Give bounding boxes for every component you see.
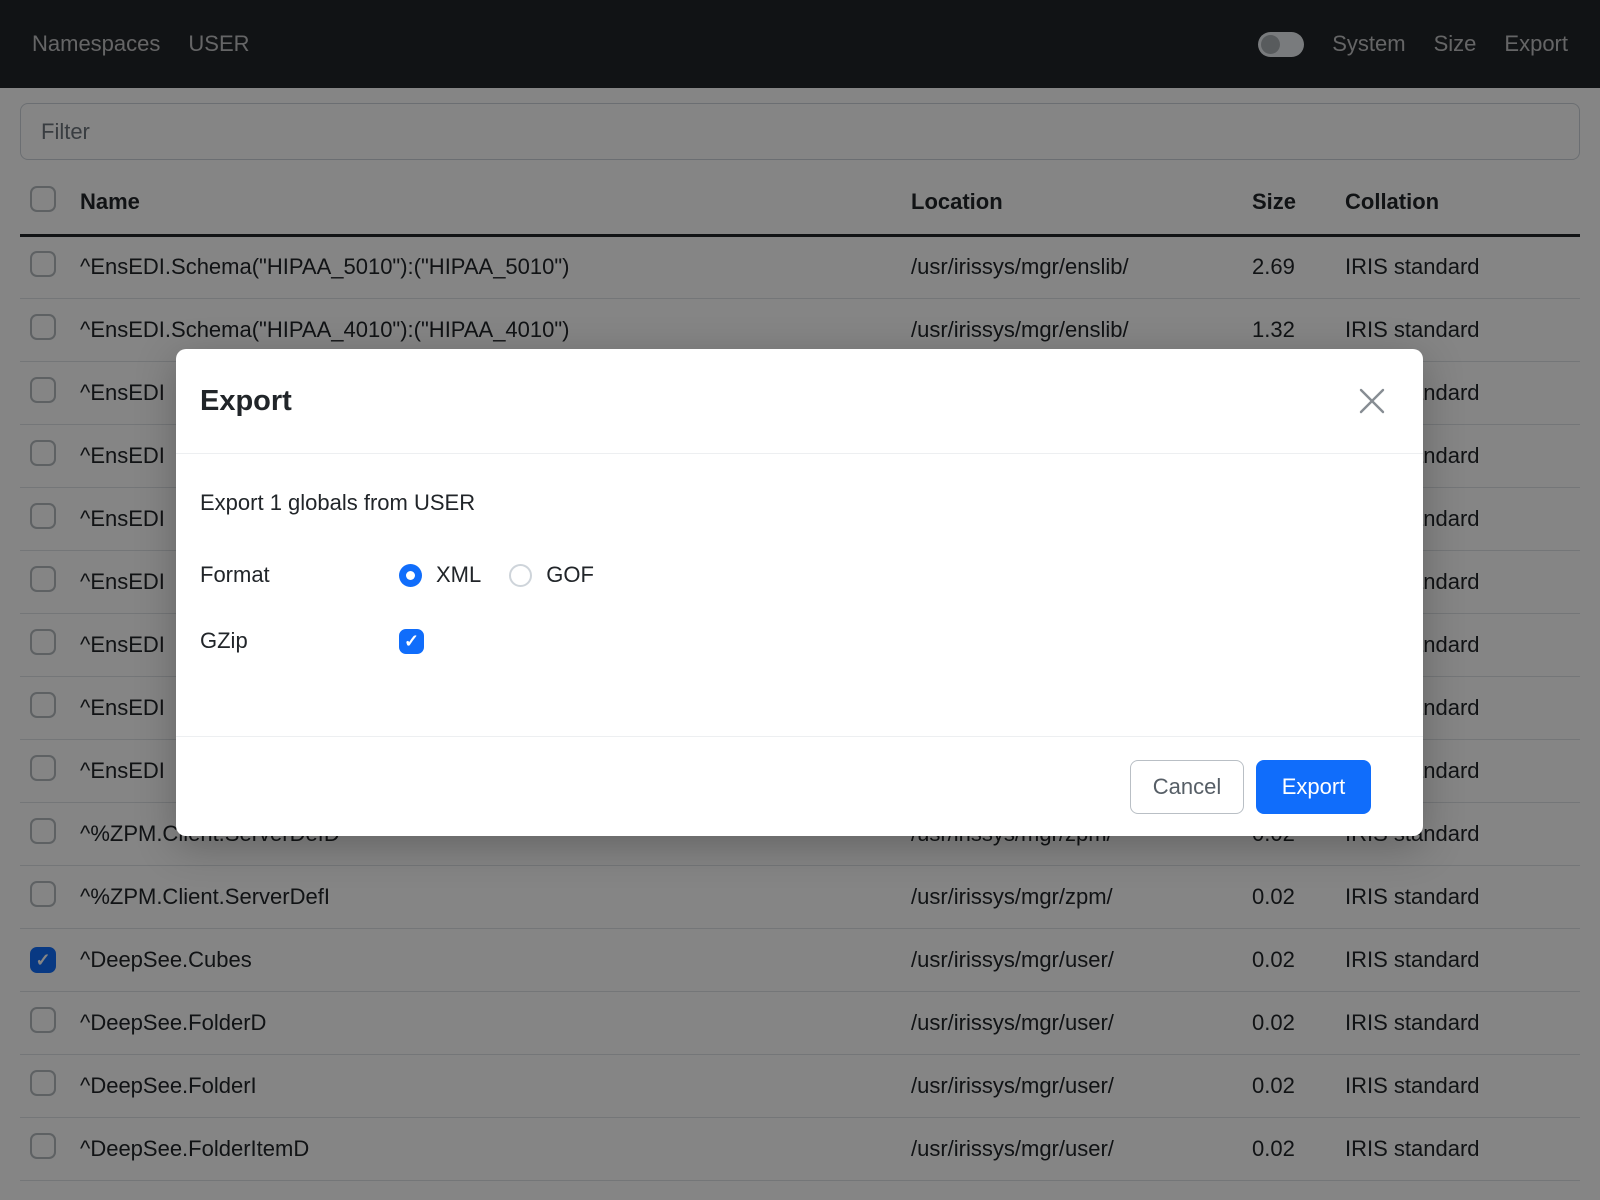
dialog-title: Export xyxy=(200,385,292,418)
export-dialog: Export Export 1 globals from USER Format… xyxy=(176,349,1423,836)
radio-unselected-icon[interactable] xyxy=(509,564,532,587)
export-dialog-footer: Cancel Export xyxy=(176,736,1423,836)
export-dialog-header: Export xyxy=(176,349,1423,454)
gzip-row: GZip ✓ xyxy=(200,628,1399,654)
gzip-label: GZip xyxy=(200,628,399,654)
format-row: Format XML GOF xyxy=(200,562,1399,588)
format-option-label: GOF xyxy=(546,562,594,588)
export-summary-text: Export 1 globals from USER xyxy=(200,490,1399,516)
format-radio-group: XML GOF xyxy=(399,562,594,588)
export-dialog-body: Export 1 globals from USER Format XML GO… xyxy=(176,454,1423,736)
format-label: Format xyxy=(200,562,399,588)
page: Namespaces USER System Size Export ✓ xyxy=(0,0,1600,1200)
format-option-xml[interactable]: XML xyxy=(399,562,481,588)
gzip-checkbox[interactable]: ✓ xyxy=(399,629,424,654)
export-button[interactable]: Export xyxy=(1256,760,1371,814)
close-icon[interactable] xyxy=(1355,384,1389,418)
radio-selected-icon[interactable] xyxy=(399,564,422,587)
cancel-button[interactable]: Cancel xyxy=(1130,760,1244,814)
format-option-gof[interactable]: GOF xyxy=(509,562,594,588)
check-icon: ✓ xyxy=(404,632,419,650)
format-option-label: XML xyxy=(436,562,481,588)
